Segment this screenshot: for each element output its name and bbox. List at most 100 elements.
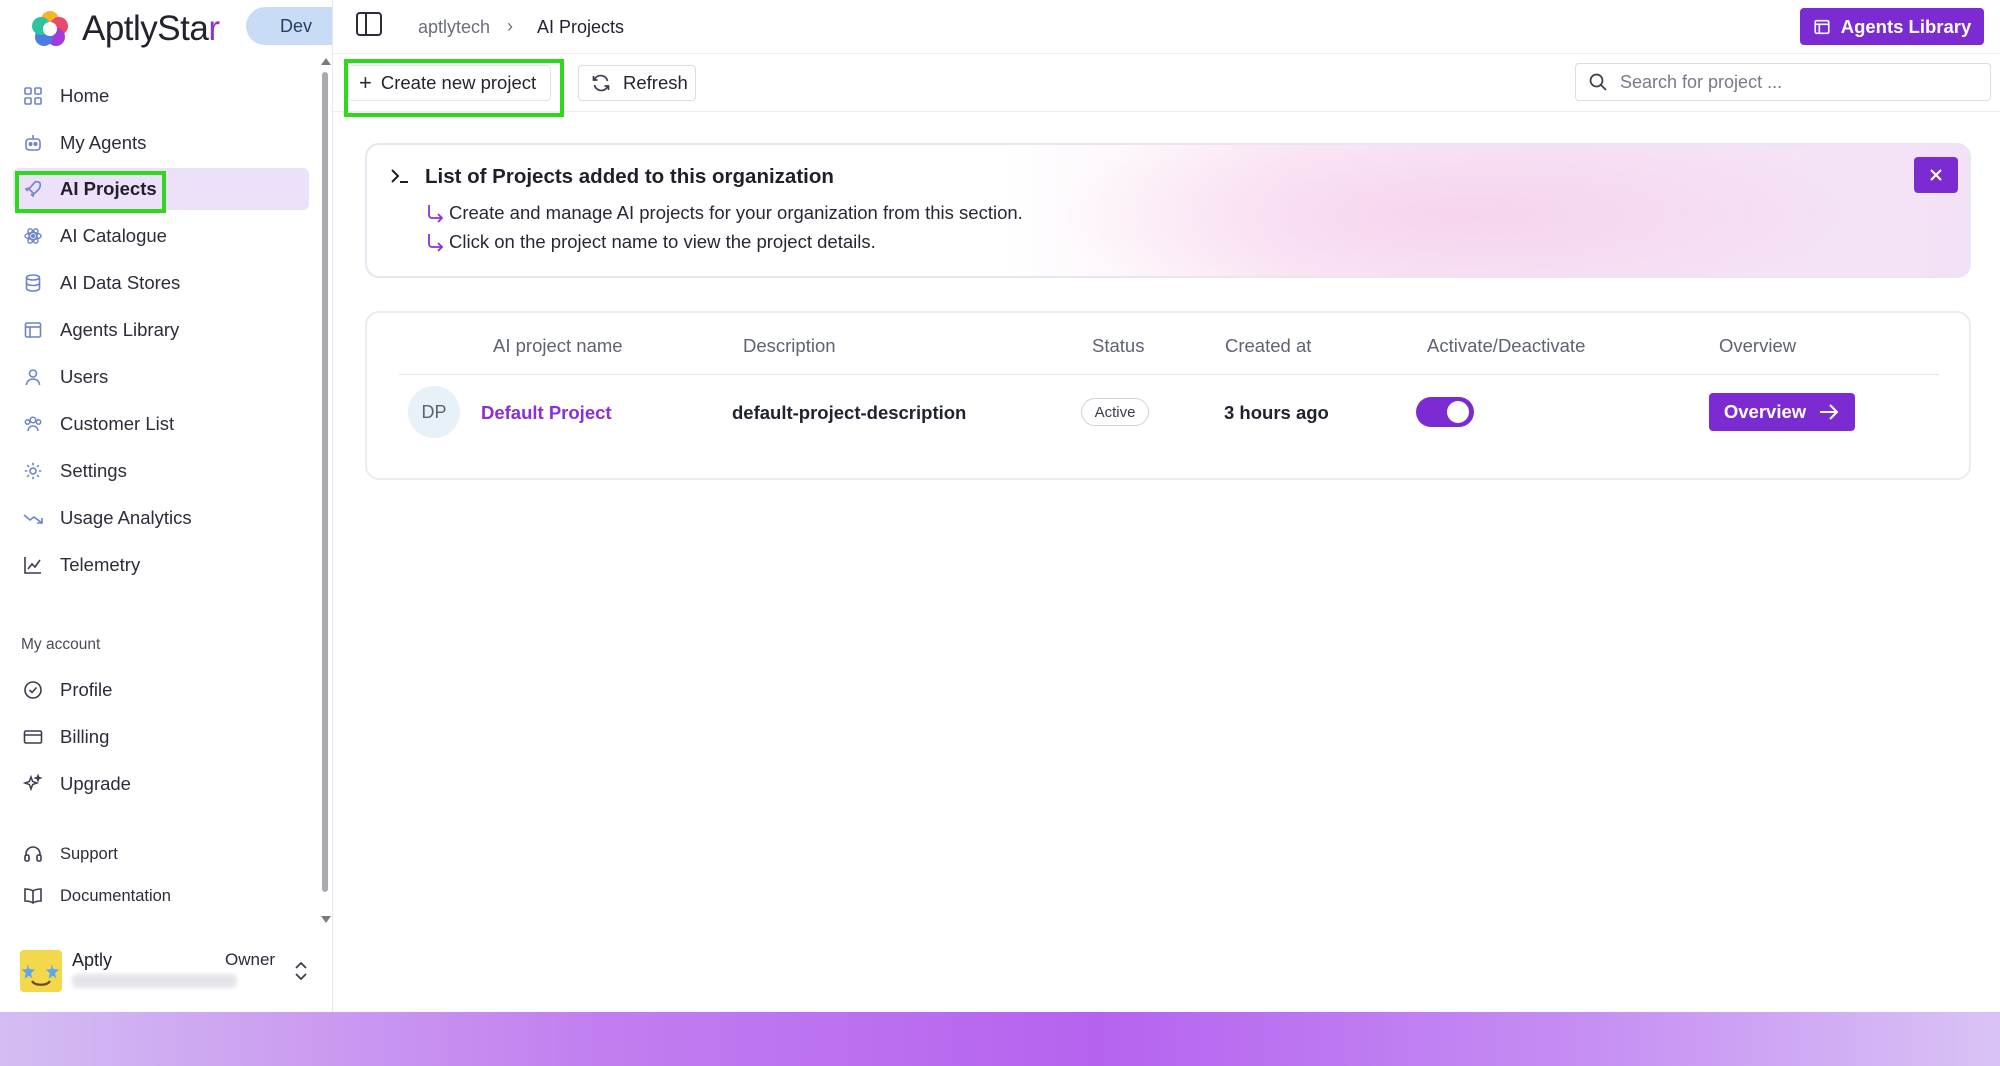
project-created-at: 3 hours ago [1224, 402, 1329, 423]
check-circle-icon [22, 679, 44, 701]
sidebar-item-label: Billing [60, 726, 110, 747]
sidebar-item-label: Documentation [60, 886, 171, 905]
arrow-right-icon [1820, 404, 1839, 420]
avatar [20, 950, 62, 992]
sidebar-item-support[interactable]: Support [13, 833, 309, 875]
user-email-redacted [72, 974, 237, 988]
project-name-link[interactable]: Default Project [481, 402, 612, 424]
sparkles-icon [22, 773, 44, 795]
sidebar-item-label: Settings [60, 460, 127, 481]
overview-button[interactable]: Overview [1709, 393, 1855, 431]
refresh-button[interactable]: Refresh [578, 65, 696, 101]
aptlystar-logo-icon [32, 11, 68, 46]
environment-badge[interactable]: Dev [246, 7, 332, 45]
agents-library-label: Agents Library [1840, 15, 1972, 37]
sidebar-scrollbar[interactable] [321, 58, 331, 928]
top-bar: aptlytech › AI Projects Agents Library [333, 0, 2000, 54]
library-icon [22, 319, 44, 341]
corner-down-right-icon [428, 205, 444, 223]
plus-icon: + [359, 70, 372, 95]
line-chart-icon [22, 554, 44, 576]
rocket-icon [22, 178, 44, 200]
sidebar-item-telemetry[interactable]: Telemetry [13, 544, 309, 586]
column-header-overview: Overview [1719, 335, 1797, 356]
sidebar-item-label: AI Catalogue [60, 225, 167, 246]
sidebar-item-label: Users [60, 366, 109, 387]
project-description: default-project-description [732, 402, 967, 423]
brand[interactable]: AptlyStar [28, 6, 220, 52]
sidebar-item-usage-analytics[interactable]: Usage Analytics [13, 497, 309, 539]
sidebar-item-profile[interactable]: Profile [13, 669, 309, 711]
banner-line-text: Create and manage AI projects for your o… [449, 202, 1023, 223]
breadcrumb-current-page: AI Projects [537, 17, 625, 37]
column-header-description: Description [743, 335, 836, 356]
chevrons-up-down-icon[interactable] [292, 960, 310, 982]
sidebar-item-upgrade[interactable]: Upgrade [13, 763, 309, 805]
trend-down-icon [22, 507, 44, 529]
projects-table: AI project name Description Status Creat… [365, 311, 1971, 480]
credit-card-icon [22, 726, 44, 748]
close-icon [1930, 169, 1942, 181]
close-banner-button[interactable] [1914, 157, 1958, 193]
status-badge: Active [1081, 398, 1149, 426]
headset-icon [22, 843, 44, 865]
atom-icon [22, 225, 44, 247]
column-header-activate-deactivate: Activate/Deactivate [1427, 335, 1586, 356]
sidebar-item-documentation[interactable]: Documentation [13, 875, 309, 917]
table-row: DP Default Project default-project-descr… [367, 375, 1973, 455]
home-grid-icon [22, 85, 44, 107]
sidebar-item-users[interactable]: Users [13, 356, 309, 398]
terminal-prompt-icon [391, 169, 408, 183]
scrollbar-thumb[interactable] [322, 72, 328, 892]
user-role: Owner [225, 950, 276, 969]
gear-icon [22, 460, 44, 482]
sidebar-item-my-agents[interactable]: My Agents [13, 122, 309, 164]
scroll-up-arrow-icon[interactable] [321, 58, 331, 65]
sidebar-item-label: Usage Analytics [60, 507, 192, 528]
banner-title: List of Projects added to this organizat… [425, 165, 834, 188]
sidebar: AptlyStar Dev Home My Agents AI Projects [0, 0, 333, 1012]
sidebar-item-label: AI Projects [60, 178, 157, 199]
sidebar-item-settings[interactable]: Settings [13, 450, 309, 492]
activate-toggle[interactable] [1416, 397, 1474, 427]
user-account-switcher[interactable]: Aptly Owner [20, 948, 320, 996]
sidebar-item-customer-list[interactable]: Customer List [13, 403, 309, 445]
breadcrumb-organization[interactable]: aptlytech [418, 17, 490, 38]
app-window: AptlyStar Dev Home My Agents AI Projects [0, 0, 2000, 1012]
agents-library-button[interactable]: Agents Library [1800, 8, 1984, 45]
robot-icon [22, 132, 44, 154]
create-new-project-label: Create new project [380, 72, 537, 93]
bottom-gradient-band [0, 1012, 2000, 1066]
book-open-icon [22, 885, 44, 907]
brand-name: AptlyStar [82, 9, 220, 48]
sidebar-item-ai-projects[interactable]: AI Projects [13, 168, 309, 210]
sidebar-item-label: Telemetry [60, 554, 141, 575]
sidebar-item-label: Agents Library [60, 319, 180, 340]
project-search-input[interactable]: Search for project ... [1575, 63, 1991, 101]
refresh-icon [592, 74, 610, 92]
sidebar-item-label: Profile [60, 679, 113, 700]
sidebar-item-label: Home [60, 85, 110, 106]
toolbar: + Create new project Refresh Search for … [333, 55, 2000, 112]
search-icon [1589, 73, 1607, 91]
sidebar-item-billing[interactable]: Billing [13, 716, 309, 758]
create-new-project-button[interactable]: + Create new project [348, 65, 551, 101]
toggle-knob [1447, 401, 1469, 423]
database-icon [22, 272, 44, 294]
sidebar-item-home[interactable]: Home [13, 75, 309, 117]
user-icon [22, 366, 44, 388]
overview-label: Overview [1723, 401, 1807, 422]
sidebar-item-ai-data-stores[interactable]: AI Data Stores [13, 262, 309, 304]
info-banner: List of Projects added to this organizat… [365, 143, 1971, 278]
sidebar-toggle-icon[interactable] [355, 11, 383, 37]
user-name: Aptly [72, 950, 113, 970]
chevron-right-icon: › [507, 16, 513, 36]
scroll-down-arrow-icon[interactable] [321, 916, 331, 923]
sidebar-item-ai-catalogue[interactable]: AI Catalogue [13, 215, 309, 257]
sidebar-item-agents-library[interactable]: Agents Library [13, 309, 309, 351]
refresh-label: Refresh [623, 72, 688, 93]
sidebar-item-label: Upgrade [60, 773, 131, 794]
library-icon [1814, 19, 1830, 34]
banner-line: Click on the project name to view the pr… [425, 231, 876, 253]
my-account-section-label: My account [21, 636, 101, 653]
